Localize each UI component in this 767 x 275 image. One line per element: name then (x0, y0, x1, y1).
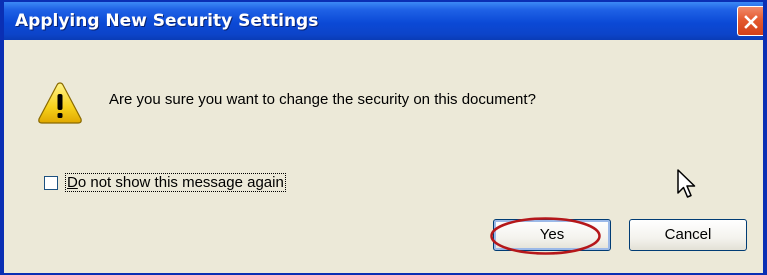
dont-show-again-label[interactable]: Do not show this message again (65, 173, 286, 192)
confirmation-message: Are you sure you want to change the secu… (109, 91, 536, 108)
mouse-pointer-icon (677, 169, 696, 198)
dont-show-again-checkbox[interactable] (44, 176, 58, 190)
screenshot-frame: Applying New Security Settings Are you s… (0, 0, 767, 275)
label-text: o not show this message again (77, 174, 284, 191)
cancel-button[interactable]: Cancel (629, 219, 747, 251)
dialog-body: Are you sure you want to change the secu… (4, 40, 763, 273)
close-button[interactable] (737, 6, 763, 36)
dialog-window: Applying New Security Settings Are you s… (0, 0, 767, 275)
yes-button[interactable]: Yes (493, 219, 611, 251)
label-accesskey: D (67, 174, 78, 191)
title-bar[interactable]: Applying New Security Settings (4, 2, 763, 40)
warning-icon (38, 82, 82, 124)
close-icon (744, 15, 758, 29)
dialog-title: Applying New Security Settings (15, 11, 319, 31)
